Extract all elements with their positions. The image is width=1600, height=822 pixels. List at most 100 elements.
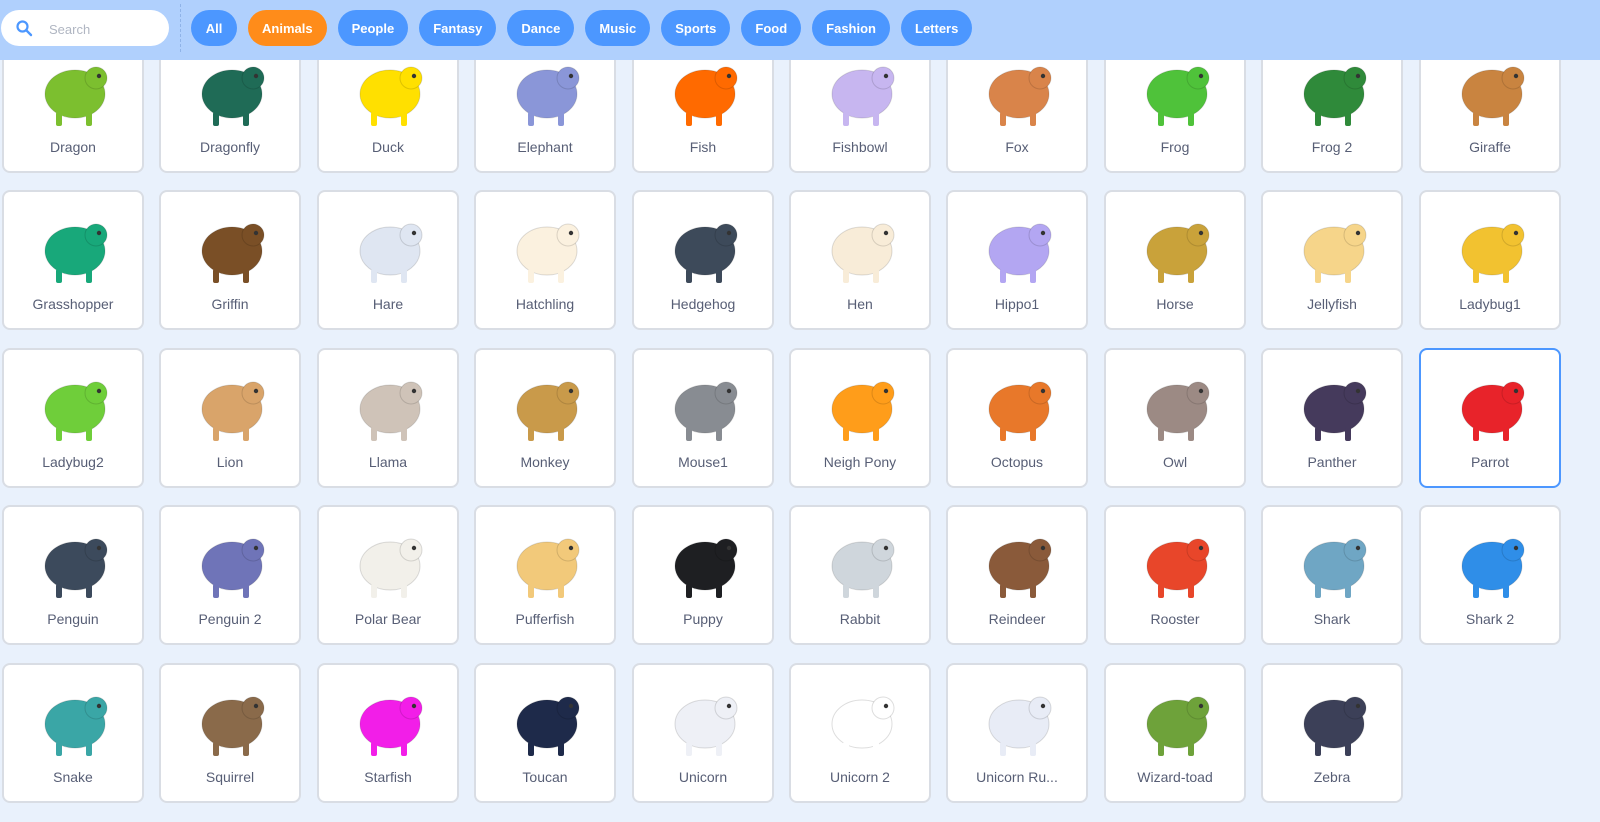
sprite-name: Zebra <box>1313 769 1351 785</box>
wizard-toad-icon <box>1122 675 1232 765</box>
sprite-card[interactable]: Mouse1 <box>632 348 774 488</box>
sprite-card[interactable]: Shark <box>1261 505 1403 645</box>
sprite-card[interactable]: Ladybug2 <box>2 348 144 488</box>
sprite-card[interactable]: Penguin 2 <box>159 505 301 645</box>
sprite-card[interactable]: Horse <box>1104 190 1246 330</box>
sprite-card[interactable]: Polar Bear <box>317 505 459 645</box>
sprite-card[interactable]: Penguin <box>2 505 144 645</box>
sprite-card[interactable]: Rabbit <box>789 505 931 645</box>
sprite-name: Squirrel <box>205 769 255 785</box>
sprite-card[interactable]: Unicorn <box>632 663 774 803</box>
sprite-name: Pufferfish <box>515 611 575 627</box>
sprite-card[interactable]: Jellyfish <box>1261 190 1403 330</box>
sprite-name: Dragonfly <box>200 139 260 155</box>
sprite-name: Polar Bear <box>354 611 422 627</box>
sprite-card[interactable]: Hen <box>789 190 931 330</box>
sprite-name: Penguin <box>47 611 99 627</box>
sprite-name: Dragon <box>50 139 96 155</box>
shark-icon <box>1437 517 1547 607</box>
polar-bear-icon <box>335 517 445 607</box>
sprite-card[interactable]: Unicorn Ru... <box>946 663 1088 803</box>
reindeer-icon <box>964 517 1074 607</box>
sprite-name: Parrot <box>1470 454 1510 470</box>
search-icon <box>16 20 33 37</box>
sprite-card[interactable]: Octopus <box>946 348 1088 488</box>
sprite-name: Wizard-toad <box>1137 769 1213 785</box>
search-input[interactable] <box>47 17 161 41</box>
sprite-card[interactable]: Pufferfish <box>474 505 616 645</box>
sprite-name: Fox <box>1005 139 1029 155</box>
octopus-icon <box>964 360 1074 450</box>
unicorn-icon <box>964 675 1074 765</box>
tag-all[interactable]: All <box>191 10 237 46</box>
snake-icon <box>20 675 130 765</box>
sprite-name: Unicorn <box>678 769 728 785</box>
sprite-name: Fishbowl <box>832 139 888 155</box>
sprite-card[interactable]: Panther <box>1261 348 1403 488</box>
hippo-icon <box>964 202 1074 292</box>
sprite-name: Rabbit <box>839 611 881 627</box>
sprite-card[interactable]: Ladybug1 <box>1419 190 1561 330</box>
sprite-card[interactable]: Grasshopper <box>2 190 144 330</box>
sprite-card[interactable]: Lion <box>159 348 301 488</box>
sprite-card[interactable]: Starfish <box>317 663 459 803</box>
tag-fantasy[interactable]: Fantasy <box>419 10 497 46</box>
squirrel-icon <box>177 675 287 765</box>
sprite-card[interactable]: Wizard-toad <box>1104 663 1246 803</box>
tag-music[interactable]: Music <box>585 10 651 46</box>
sprite-name: Duck <box>372 139 404 155</box>
tag-people[interactable]: People <box>337 10 409 46</box>
sprite-name: Mouse1 <box>678 454 728 470</box>
sprite-name: Fish <box>689 139 717 155</box>
tag-animals[interactable]: Animals <box>248 10 327 46</box>
sprite-card[interactable]: Neigh Pony <box>789 348 931 488</box>
sprite-card[interactable]: Puppy <box>632 505 774 645</box>
owl-icon <box>1122 360 1232 450</box>
sprite-card[interactable]: Griffin <box>159 190 301 330</box>
sprite-card[interactable]: Shark 2 <box>1419 505 1561 645</box>
sprite-card[interactable]: Hatchling <box>474 190 616 330</box>
tag-dance[interactable]: Dance <box>507 10 575 46</box>
panther-icon <box>1279 360 1389 450</box>
sprite-name: Jellyfish <box>1307 296 1357 312</box>
tag-sports[interactable]: Sports <box>661 10 731 46</box>
pony-icon <box>807 360 917 450</box>
sprite-name: Penguin 2 <box>198 611 262 627</box>
sprite-name: Hedgehog <box>670 296 736 312</box>
sprite-card[interactable]: Hippo1 <box>946 190 1088 330</box>
mouse-icon <box>650 360 760 450</box>
sprite-name: Ladybug2 <box>42 454 104 470</box>
sprite-card[interactable]: Owl <box>1104 348 1246 488</box>
sprite-card[interactable]: Reindeer <box>946 505 1088 645</box>
lion-icon <box>177 360 287 450</box>
sprite-card[interactable]: Monkey <box>474 348 616 488</box>
sprite-card[interactable]: Hare <box>317 190 459 330</box>
tag-letters[interactable]: Letters <box>901 10 973 46</box>
category-tags: All Animals People Fantasy Dance Music Sports F… <box>191 10 973 46</box>
tag-fashion[interactable]: Fashion <box>812 10 890 46</box>
penguin-icon <box>177 517 287 607</box>
tag-food[interactable]: Food <box>741 10 802 46</box>
parrot-icon <box>1437 360 1547 450</box>
sprite-grid: Dragon Dragonfly Duck Elephant Fish Fishbowl F… <box>0 0 1600 822</box>
search-box[interactable] <box>1 10 169 46</box>
sprite-card[interactable]: Hedgehog <box>632 190 774 330</box>
header-divider <box>180 4 181 52</box>
sprite-card[interactable]: Toucan <box>474 663 616 803</box>
sprite-card[interactable]: Zebra <box>1261 663 1403 803</box>
sprite-name: Unicorn 2 <box>830 769 890 785</box>
egg-icon <box>492 202 602 292</box>
sprite-card[interactable]: Unicorn 2 <box>789 663 931 803</box>
sprite-card[interactable]: Snake <box>2 663 144 803</box>
sprite-name: Elephant <box>517 139 573 155</box>
sprite-card[interactable]: Rooster <box>1104 505 1246 645</box>
sprite-name: Lion <box>216 454 244 470</box>
sprite-name: Neigh Pony <box>823 454 897 470</box>
ladybug-icon <box>20 360 130 450</box>
sprite-card[interactable]: Parrot <box>1419 348 1561 488</box>
sprite-name: Llama <box>368 454 408 470</box>
sprite-name: Grasshopper <box>32 296 114 312</box>
rabbit-icon <box>807 517 917 607</box>
sprite-card[interactable]: Llama <box>317 348 459 488</box>
sprite-card[interactable]: Squirrel <box>159 663 301 803</box>
